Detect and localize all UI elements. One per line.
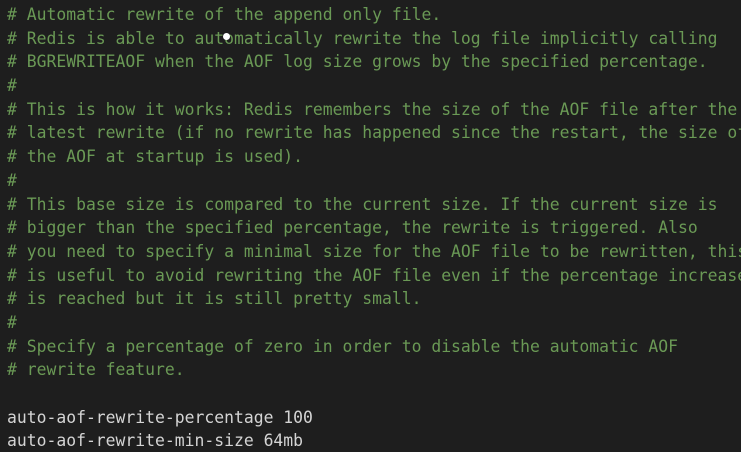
comment-line[interactable]: # Redis is able to automatically rewrite…	[7, 27, 741, 51]
comment-line[interactable]: # you need to specify a minimal size for…	[7, 240, 741, 264]
comment-line[interactable]: # Automatic rewrite of the append only f…	[7, 3, 741, 27]
comment-line[interactable]: # the AOF at startup is used).	[7, 145, 741, 169]
comment-line[interactable]: # is useful to avoid rewriting the AOF f…	[7, 264, 741, 288]
comment-line[interactable]: #	[7, 311, 741, 335]
blank-line[interactable]	[7, 382, 741, 406]
comment-line[interactable]: # Specify a percentage of zero in order …	[7, 335, 741, 359]
comment-line[interactable]: # This base size is compared to the curr…	[7, 193, 741, 217]
comment-line[interactable]: # BGREWRITEAOF when the AOF log size gro…	[7, 50, 741, 74]
mouse-cursor-icon	[223, 33, 230, 40]
text-editor[interactable]: # Automatic rewrite of the append only f…	[0, 0, 741, 452]
config-line-min-size[interactable]: auto-aof-rewrite-min-size 64mb	[7, 429, 741, 452]
comment-line[interactable]: # rewrite feature.	[7, 358, 741, 382]
comment-line[interactable]: # latest rewrite (if no rewrite has happ…	[7, 121, 741, 145]
comment-line[interactable]: #	[7, 74, 741, 98]
config-line-percentage[interactable]: auto-aof-rewrite-percentage 100	[7, 406, 741, 430]
comment-line[interactable]: # This is how it works: Redis remembers …	[7, 98, 741, 122]
comment-line[interactable]: # is reached but it is still pretty smal…	[7, 287, 741, 311]
comment-line[interactable]: # bigger than the specified percentage, …	[7, 216, 741, 240]
comment-line[interactable]: #	[7, 169, 741, 193]
